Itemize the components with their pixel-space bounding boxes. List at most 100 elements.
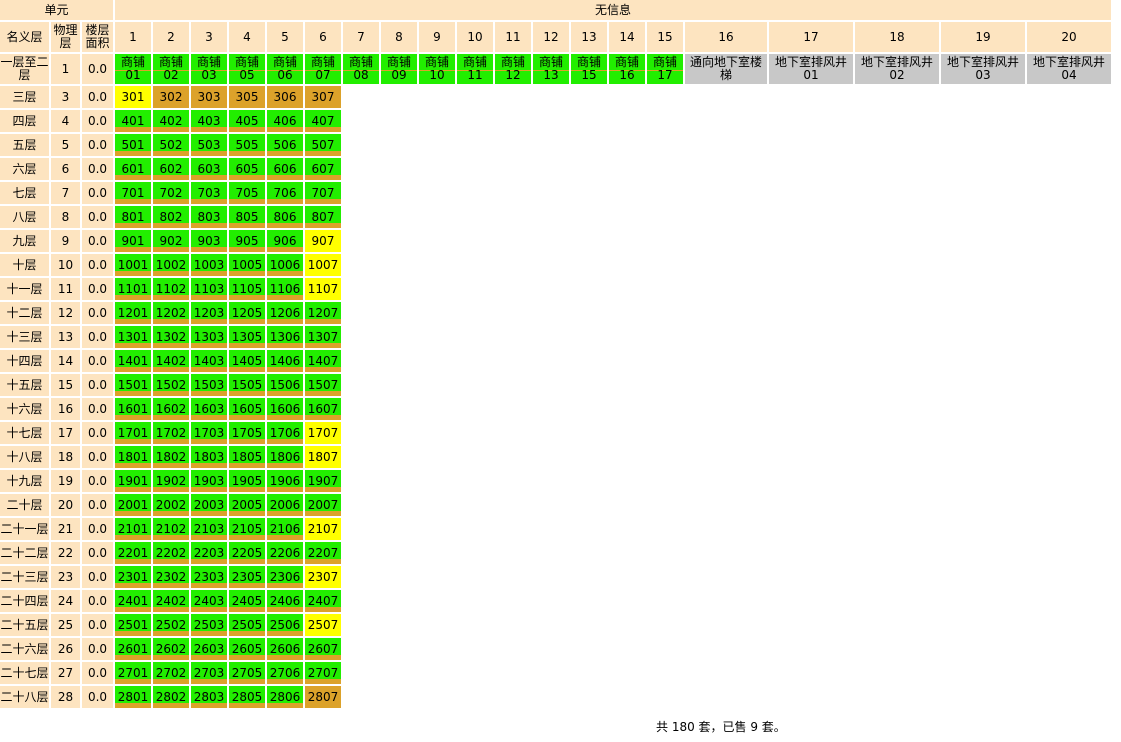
unit-cell[interactable]: 303 [191,86,227,108]
unit-cell[interactable]: 地下室排风井04 [1027,54,1111,84]
unit-cell[interactable]: 1007 [305,254,341,276]
unit-cell[interactable]: 2103 [191,518,227,540]
unit-cell[interactable]: 605 [229,158,265,180]
unit-cell[interactable]: 405 [229,110,265,132]
unit-cell[interactable]: 1502 [153,374,189,396]
unit-cell[interactable]: 1401 [115,350,151,372]
unit-cell[interactable]: 商铺11 [457,54,493,84]
unit-cell[interactable]: 1105 [229,278,265,300]
unit-cell[interactable]: 2206 [267,542,303,564]
unit-cell[interactable]: 902 [153,230,189,252]
unit-cell[interactable]: 2107 [305,518,341,540]
unit-cell[interactable]: 1003 [191,254,227,276]
unit-cell[interactable]: 1705 [229,422,265,444]
unit-cell[interactable]: 2403 [191,590,227,612]
unit-cell[interactable]: 1606 [267,398,303,420]
unit-cell[interactable]: 1803 [191,446,227,468]
unit-cell[interactable]: 2401 [115,590,151,612]
unit-cell[interactable]: 1106 [267,278,303,300]
unit-cell[interactable]: 商铺13 [533,54,569,84]
unit-cell[interactable]: 903 [191,230,227,252]
unit-cell[interactable]: 1001 [115,254,151,276]
unit-cell[interactable]: 1005 [229,254,265,276]
unit-cell[interactable]: 2603 [191,638,227,660]
unit-cell[interactable]: 2506 [267,614,303,636]
unit-cell[interactable]: 1301 [115,326,151,348]
unit-cell[interactable]: 805 [229,206,265,228]
unit-cell[interactable]: 2305 [229,566,265,588]
unit-cell[interactable]: 通向地下室楼梯 [685,54,767,84]
unit-cell[interactable]: 1202 [153,302,189,324]
unit-cell[interactable]: 1303 [191,326,227,348]
unit-cell[interactable]: 2507 [305,614,341,636]
unit-cell[interactable]: 1207 [305,302,341,324]
unit-cell[interactable]: 1807 [305,446,341,468]
unit-cell[interactable]: 商铺16 [609,54,645,84]
unit-cell[interactable]: 1006 [267,254,303,276]
unit-cell[interactable]: 2402 [153,590,189,612]
unit-cell[interactable]: 1103 [191,278,227,300]
unit-cell[interactable]: 2807 [305,686,341,708]
unit-cell[interactable]: 2806 [267,686,303,708]
unit-cell[interactable]: 905 [229,230,265,252]
unit-cell[interactable]: 1305 [229,326,265,348]
unit-cell[interactable]: 2501 [115,614,151,636]
unit-cell[interactable]: 商铺05 [229,54,265,84]
unit-cell[interactable]: 2201 [115,542,151,564]
unit-cell[interactable]: 2801 [115,686,151,708]
unit-cell[interactable]: 1507 [305,374,341,396]
unit-cell[interactable]: 2406 [267,590,303,612]
unit-cell[interactable]: 2203 [191,542,227,564]
unit-cell[interactable]: 2802 [153,686,189,708]
unit-cell[interactable]: 1302 [153,326,189,348]
unit-cell[interactable]: 1501 [115,374,151,396]
unit-cell[interactable]: 2405 [229,590,265,612]
unit-cell[interactable]: 2702 [153,662,189,684]
unit-cell[interactable]: 2301 [115,566,151,588]
unit-cell[interactable]: 607 [305,158,341,180]
unit-cell[interactable]: 2303 [191,566,227,588]
unit-cell[interactable]: 商铺06 [267,54,303,84]
unit-cell[interactable]: 2407 [305,590,341,612]
unit-cell[interactable]: 商铺15 [571,54,607,84]
unit-cell[interactable]: 1607 [305,398,341,420]
unit-cell[interactable]: 1707 [305,422,341,444]
unit-cell[interactable]: 2001 [115,494,151,516]
unit-cell[interactable]: 705 [229,182,265,204]
unit-cell[interactable]: 701 [115,182,151,204]
unit-cell[interactable]: 1107 [305,278,341,300]
unit-cell[interactable]: 2706 [267,662,303,684]
unit-cell[interactable]: 2205 [229,542,265,564]
unit-cell[interactable]: 2703 [191,662,227,684]
unit-cell[interactable]: 802 [153,206,189,228]
unit-cell[interactable]: 305 [229,86,265,108]
unit-cell[interactable]: 2805 [229,686,265,708]
unit-cell[interactable]: 2101 [115,518,151,540]
unit-cell[interactable]: 1706 [267,422,303,444]
unit-cell[interactable]: 2503 [191,614,227,636]
unit-cell[interactable]: 1306 [267,326,303,348]
unit-cell[interactable]: 803 [191,206,227,228]
unit-cell[interactable]: 2602 [153,638,189,660]
unit-cell[interactable]: 1403 [191,350,227,372]
unit-cell[interactable]: 2302 [153,566,189,588]
unit-cell[interactable]: 806 [267,206,303,228]
unit-cell[interactable]: 1407 [305,350,341,372]
unit-cell[interactable]: 603 [191,158,227,180]
unit-cell[interactable]: 501 [115,134,151,156]
unit-cell[interactable]: 商铺09 [381,54,417,84]
unit-cell[interactable]: 1203 [191,302,227,324]
unit-cell[interactable]: 1101 [115,278,151,300]
unit-cell[interactable]: 商铺12 [495,54,531,84]
unit-cell[interactable]: 商铺01 [115,54,151,84]
unit-cell[interactable]: 1201 [115,302,151,324]
unit-cell[interactable]: 2005 [229,494,265,516]
unit-cell[interactable]: 1805 [229,446,265,468]
unit-cell[interactable]: 2707 [305,662,341,684]
unit-cell[interactable]: 606 [267,158,303,180]
unit-cell[interactable]: 2502 [153,614,189,636]
unit-cell[interactable]: 地下室排风井02 [855,54,939,84]
unit-cell[interactable]: 1405 [229,350,265,372]
unit-cell[interactable]: 807 [305,206,341,228]
unit-cell[interactable]: 2105 [229,518,265,540]
